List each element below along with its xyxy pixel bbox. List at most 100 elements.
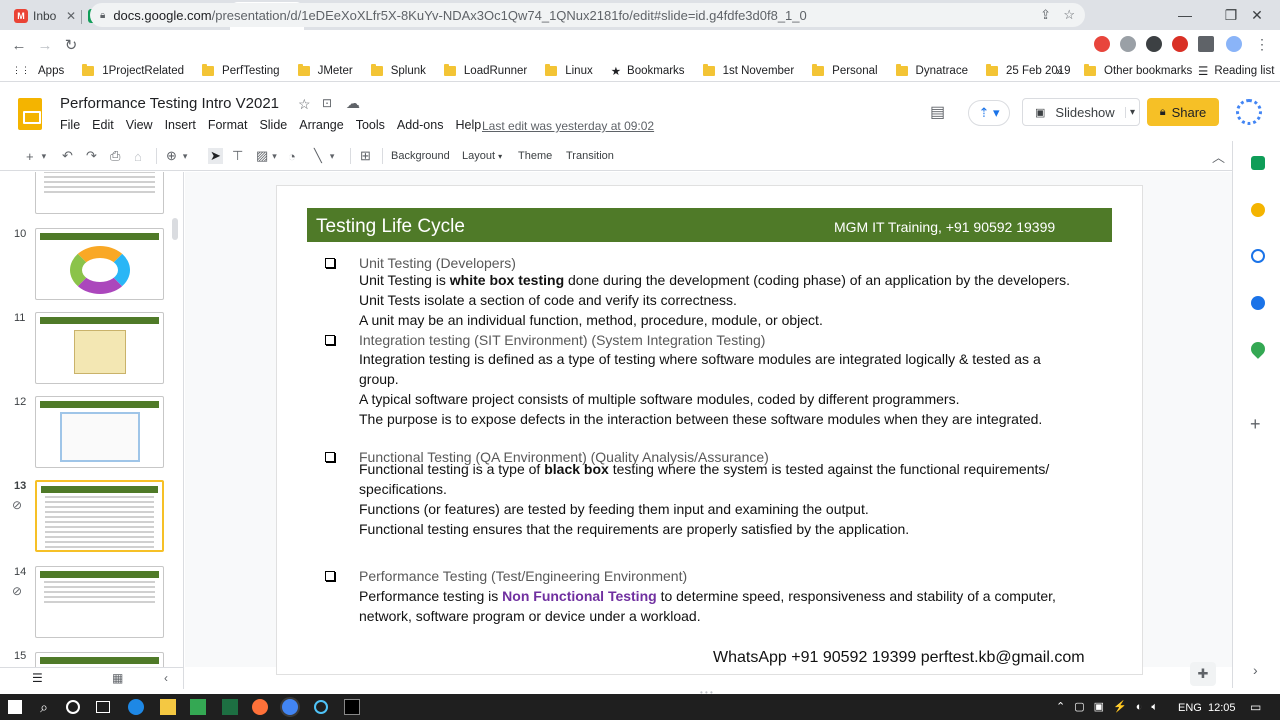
slide-thumbnail-11[interactable] [35,312,164,384]
new-slide-icon[interactable]: + ▾ [26,148,46,164]
adblock-icon[interactable] [1172,36,1188,52]
cortana-icon[interactable] [66,700,80,714]
bookmark-item[interactable]: 1ProjectRelated [82,63,184,77]
profile-avatar[interactable] [1226,36,1242,52]
section-heading[interactable]: Unit Testing (Developers) [359,255,516,271]
slide-header-bar[interactable]: Testing Life Cycle MGM IT Training, +91 … [307,208,1112,242]
reading-list[interactable]: ☰ Reading list [1198,64,1274,78]
cloud-status-icon[interactable]: ☁ [346,95,360,112]
section-body-line[interactable]: Unit Tests isolate a section of code and… [359,292,737,308]
bookmark-item[interactable]: JMeter [297,63,353,77]
collapse-toolbar-icon[interactable]: ︿ [1212,148,1225,165]
comments-icon[interactable]: ▤ [930,102,945,122]
bookmark-item[interactable]: LoadRunner [443,63,527,77]
get-addons-icon[interactable]: + [1250,414,1261,435]
tasks-icon[interactable] [1251,249,1265,263]
bookmarks-overflow-icon[interactable]: » [1056,64,1063,78]
slide-filmstrip[interactable]: 10 11 12 13 ⊘ 14 ⊘ 15 [0,172,184,667]
background-button[interactable]: Background [391,150,450,162]
search-icon[interactable]: ⌕ [36,699,52,715]
slide-section[interactable]: Functional Testing (QA Environment) (Qua… [325,449,1105,549]
spreadsheet-app-icon[interactable] [190,699,206,715]
back-icon[interactable]: ← [8,34,30,56]
menu-tools[interactable]: Tools [356,118,385,132]
menu-add-ons[interactable]: Add-ons [397,118,444,132]
firefox-icon[interactable] [252,699,268,715]
move-folder-icon[interactable]: ⊡ [322,96,332,110]
extension-icon-1[interactable] [1094,36,1110,52]
section-body-line[interactable]: A typical software project consists of m… [359,391,959,407]
slide-section[interactable]: Integration testing (SIT Environment) (S… [325,332,1105,432]
extension-icon-3[interactable] [1146,36,1162,52]
keep-icon[interactable] [1251,203,1265,217]
terminal-icon[interactable] [344,699,360,715]
section-body-line[interactable]: Functions (or features) are tested by fe… [359,501,869,517]
add-comment-icon[interactable]: ⊞ [360,148,371,164]
minimize-button[interactable]: — [1162,0,1208,30]
extension-icon-2[interactable] [1120,36,1136,52]
app-icon[interactable] [314,700,328,714]
chevron-down-icon[interactable]: ▾ [1124,106,1135,118]
slide-footer[interactable]: WhatsApp +91 90592 19399 perftest.kb@gma… [713,649,1085,667]
slide-thumbnail-14[interactable] [35,566,164,638]
menu-edit[interactable]: Edit [92,118,114,132]
select-icon[interactable]: ➤ [208,148,223,164]
zoom-icon[interactable]: ⊕ ▾ [166,148,187,164]
menu-view[interactable]: View [126,118,153,132]
calendar-icon[interactable] [1251,156,1265,170]
menu-file[interactable]: File [60,118,80,132]
slide-thumbnail-12[interactable] [35,396,164,468]
section-body-line[interactable]: Functional testing is a type of black bo… [359,461,1049,477]
bookmark-star-icon[interactable]: ☆ [1063,7,1075,23]
notifications-icon[interactable]: ▭ [1250,700,1261,714]
filmstrip-scrollbar[interactable] [172,218,178,240]
slide-thumbnail-10[interactable] [35,228,164,300]
present-to-meet-button[interactable]: ⇡ ▾ [968,100,1010,126]
slide-thumbnail-15[interactable] [35,652,164,667]
document-title[interactable]: Performance Testing Intro V2021 [60,95,279,112]
bookmark-item[interactable]: Linux [545,63,593,77]
forward-icon[interactable]: → [34,34,56,56]
bookmark-item[interactable]: 1st November [702,63,794,77]
contacts-icon[interactable] [1251,296,1265,310]
print-icon[interactable]: ⎙ [110,148,120,164]
explore-icon[interactable]: ✚ [1190,662,1216,686]
transition-button[interactable]: Transition [566,150,614,162]
section-body-line[interactable]: Integration testing is defined as a type… [359,351,1041,367]
image-icon[interactable]: ▨ ▾ [256,148,277,164]
bookmark-item[interactable]: PerfTesting [202,63,280,77]
section-body-line[interactable]: Functional testing ensures that the requ… [359,521,909,537]
system-tray-icons[interactable]: ⌃▢▣⚡◐🔈︎ [1056,700,1167,714]
paint-format-icon[interactable]: ⌂ [134,148,142,164]
last-edit-link[interactable]: Last edit was yesterday at 09:02 [482,119,654,133]
chrome-icon[interactable] [282,699,298,715]
menu-slide[interactable]: Slide [259,118,287,132]
share-button[interactable]: 🔒︎ Share [1147,98,1219,126]
section-body-line[interactable]: Performance testing is Non Functional Te… [359,588,1056,604]
section-body-line[interactable]: specifications. [359,481,447,497]
file-explorer-icon[interactable] [160,699,176,715]
section-body-line[interactable]: group. [359,371,399,387]
menu-format[interactable]: Format [208,118,248,132]
star-icon[interactable]: ☆ [298,96,311,113]
section-heading[interactable]: Performance Testing (Test/Engineering En… [359,568,687,584]
grid-view-icon[interactable]: ▦ [112,671,123,685]
filmstrip-view-icon[interactable]: ☰ [32,671,43,685]
slide-header-info[interactable]: MGM IT Training, +91 90592 19399 [834,219,1055,235]
menu-help[interactable]: Help [455,118,481,132]
url-input[interactable]: 🔒︎ docs.google.com/presentation/d/1eDEeX… [90,3,1085,27]
browser-tab[interactable]: M Inbo ✕ [8,2,82,30]
bookmark-item[interactable]: Dynatrace [895,63,968,77]
slides-logo-icon[interactable] [18,98,42,130]
bookmark-item[interactable]: ★ Bookmarks [611,64,685,78]
section-body-line[interactable]: The purpose is to expose defects in the … [359,411,1042,427]
layout-button[interactable]: Layout ▾ [462,150,502,162]
text-box-icon[interactable]: ⊤ [232,148,243,164]
close-window-button[interactable]: ✕ [1234,0,1280,30]
clock[interactable]: 12:05 [1208,702,1236,714]
bookmark-item[interactable]: ⋮⋮ Apps [12,65,64,77]
slide-thumbnail[interactable] [35,172,164,214]
bookmark-item[interactable]: Splunk [370,63,426,77]
collapse-filmstrip-icon[interactable]: ‹ [164,671,168,685]
tab-close-icon[interactable]: ✕ [66,9,76,23]
